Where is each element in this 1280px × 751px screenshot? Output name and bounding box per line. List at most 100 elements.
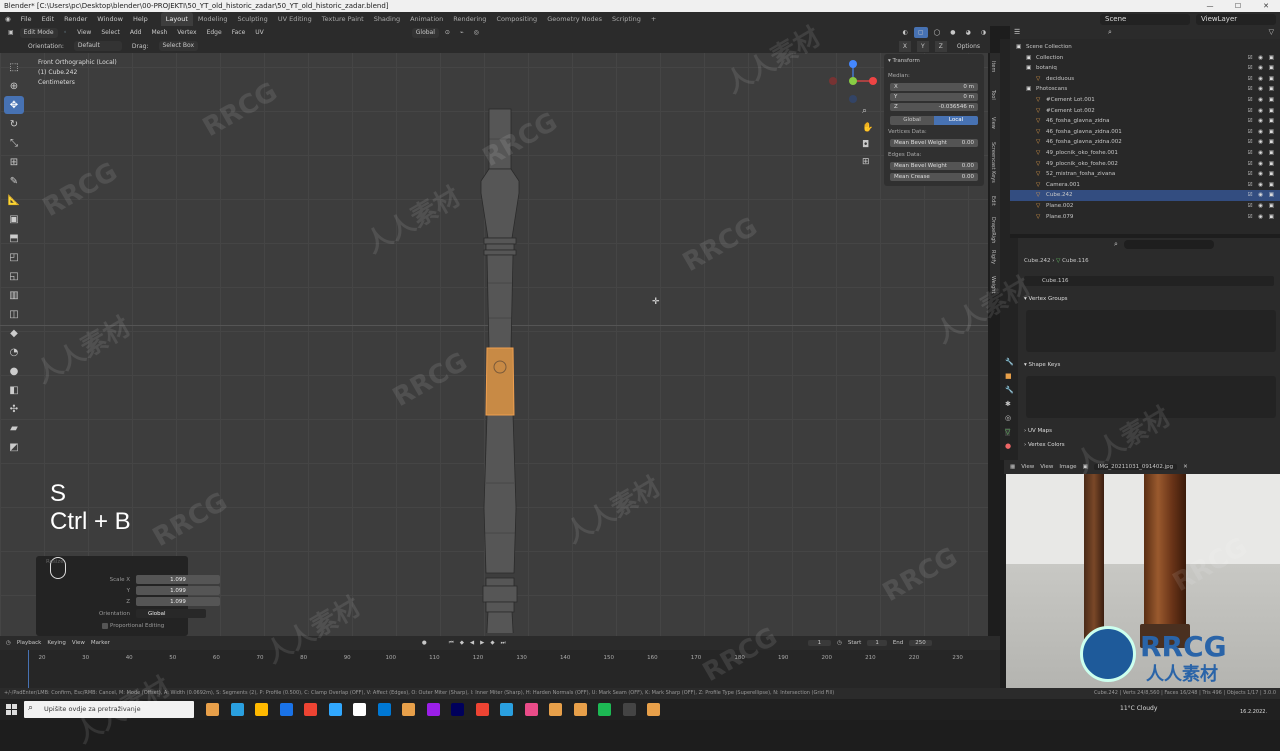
zoom-icon[interactable]: ⌕ xyxy=(862,106,867,116)
end-field[interactable]: 250 xyxy=(909,640,932,646)
operator-title[interactable]: Resize xyxy=(46,559,64,565)
scale-x-field[interactable]: 1.099 xyxy=(136,575,220,584)
tab-geometry-nodes[interactable]: Geometry Nodes xyxy=(542,12,607,26)
prev-key-icon[interactable]: ◆ xyxy=(460,640,464,646)
tab-edit[interactable]: Edit xyxy=(990,187,996,215)
timeline-type-icon[interactable]: ◷ xyxy=(6,640,11,646)
orientation-selector[interactable]: Default xyxy=(73,41,122,51)
edge-slide-icon[interactable]: ◧ xyxy=(4,381,24,399)
menu-edit[interactable]: Edit xyxy=(37,12,60,26)
tab-texture-paint[interactable]: Texture Paint xyxy=(317,12,369,26)
menu-add[interactable]: Add xyxy=(126,27,146,38)
outliner-filter-icon[interactable]: ▽ xyxy=(1269,28,1274,36)
visibility-eye-icon[interactable]: ☑ ◉ ▣ xyxy=(1248,84,1276,95)
taskbar-app-icon[interactable] xyxy=(255,703,268,716)
vertex-groups-header[interactable]: ▾ Vertex Groups xyxy=(1024,296,1068,302)
spin-icon[interactable]: ◔ xyxy=(4,343,24,361)
median-z-field[interactable]: Z -0.036546 m xyxy=(890,103,978,111)
proportional-checkbox[interactable] xyxy=(102,623,108,629)
cursor-icon[interactable]: ⊕ xyxy=(4,77,24,95)
visibility-eye-icon[interactable]: ☑ ◉ ▣ xyxy=(1248,190,1276,201)
shading-solid-icon[interactable]: ● xyxy=(946,27,959,38)
menu-keying[interactable]: Keying xyxy=(47,640,65,646)
taskbar-app-icon[interactable] xyxy=(353,703,366,716)
menu-playback[interactable]: Playback xyxy=(17,640,42,646)
tab-shading[interactable]: Shading xyxy=(369,12,405,26)
taskbar-app-icon[interactable] xyxy=(524,703,538,716)
outliner-row[interactable]: ▽ Camera.001 ☑ ◉ ▣ xyxy=(1010,180,1280,191)
menu-help[interactable]: Help xyxy=(128,12,153,26)
shading-material-icon[interactable]: ◕ xyxy=(962,27,975,38)
tab-uv-editing[interactable]: UV Editing xyxy=(273,12,317,26)
tab-screencast-keys[interactable]: Screencast Keys xyxy=(990,137,996,187)
tab-compositing[interactable]: Compositing xyxy=(491,12,542,26)
vertex-groups-list[interactable] xyxy=(1026,310,1276,352)
outliner-row[interactable]: ▽ #Cement Lot.002 ☑ ◉ ▣ xyxy=(1010,106,1280,117)
outliner-row[interactable]: ▽ 46_fosha_glavna_zidna.002 ☑ ◉ ▣ xyxy=(1010,137,1280,148)
visibility-eye-icon[interactable]: ☑ ◉ ▣ xyxy=(1248,74,1276,85)
visibility-eye-icon[interactable]: ☑ ◉ ▣ xyxy=(1248,159,1276,170)
outliner-search-icon[interactable]: ⌕ xyxy=(1108,28,1112,37)
props-search-icon[interactable]: ⌕ xyxy=(1114,240,1118,249)
outliner-row[interactable]: ▽ deciduous ☑ ◉ ▣ xyxy=(1010,74,1280,85)
tab-tool[interactable]: Tool xyxy=(990,81,996,109)
tool-props-icon[interactable]: 🔧 xyxy=(1005,358,1014,366)
image-pin-icon[interactable]: ✕ xyxy=(1183,464,1188,470)
select-box-icon[interactable]: ⬚ xyxy=(4,58,24,76)
inset-icon[interactable]: ◰ xyxy=(4,248,24,266)
outliner-type-icon[interactable]: ☰ xyxy=(1014,28,1020,36)
visibility-eye-icon[interactable]: ☑ ◉ ▣ xyxy=(1248,63,1276,74)
annotate-icon[interactable]: ✎ xyxy=(4,172,24,190)
object-props-icon[interactable]: ■ xyxy=(1005,372,1012,380)
taskbar-app-icon[interactable] xyxy=(573,703,587,716)
outliner-row[interactable]: ▣ Scene Collection xyxy=(1010,42,1280,53)
taskbar-date[interactable]: 16.2.2022. xyxy=(1240,709,1267,715)
image-name-field[interactable]: IMG_20211031_091402.jpg xyxy=(1093,464,1178,470)
visibility-eye-icon[interactable]: ☑ ◉ ▣ xyxy=(1248,212,1276,223)
smooth-icon[interactable]: ● xyxy=(4,362,24,380)
overlays-icon[interactable]: ◐ xyxy=(899,27,912,38)
menu-marker[interactable]: Marker xyxy=(91,640,110,646)
tab-modeling[interactable]: Modeling xyxy=(193,12,233,26)
play-icon[interactable]: ▶ xyxy=(480,640,484,646)
visibility-eye-icon[interactable]: ☑ ◉ ▣ xyxy=(1248,180,1276,191)
bevel-icon[interactable]: ◱ xyxy=(4,267,24,285)
scale-icon[interactable]: ⤡ xyxy=(4,134,24,152)
proportional-edit-icon[interactable]: ◎ xyxy=(470,27,483,38)
mirror-z-toggle[interactable]: Z xyxy=(934,40,947,52)
tab-animation[interactable]: Animation xyxy=(405,12,448,26)
orientation-field[interactable]: Global xyxy=(136,609,206,618)
image-view-dropdown[interactable]: View xyxy=(1021,464,1034,470)
visibility-eye-icon[interactable]: ☑ ◉ ▣ xyxy=(1248,137,1276,148)
menu-uv[interactable]: UV xyxy=(251,27,268,38)
options-dropdown[interactable]: Options xyxy=(953,41,984,52)
tab-sculpting[interactable]: Sculpting xyxy=(232,12,272,26)
timeline-area[interactable]: 20 30 40 50 60 70 80 90 100 110 120 130 140 150 160 170… xyxy=(0,650,1000,688)
uv-maps-header[interactable]: › UV Maps xyxy=(1024,428,1052,434)
taskbar-app-icon[interactable] xyxy=(598,703,611,716)
visibility-eye-icon[interactable]: ☑ ◉ ▣ xyxy=(1248,148,1276,159)
viewlayer-selector[interactable]: ViewLayer xyxy=(1196,13,1276,25)
visibility-eye-icon[interactable]: ☑ ◉ ▣ xyxy=(1248,106,1276,117)
outliner-row[interactable]: ▽ Plane.079 ☑ ◉ ▣ xyxy=(1010,212,1280,223)
tab-rendering[interactable]: Rendering xyxy=(448,12,491,26)
vertex-bevel-weight-field[interactable]: Mean Bevel Weight 0.00 xyxy=(890,139,978,147)
outliner-row[interactable]: ▣ Photoscans ☑ ◉ ▣ xyxy=(1010,84,1280,95)
local-toggle[interactable]: Local xyxy=(934,116,978,125)
mesh-data-props-icon[interactable]: ▽ xyxy=(1005,428,1011,436)
mesh-name-field[interactable]: Cube.116 xyxy=(1024,276,1274,286)
modifier-props-icon[interactable]: 🔧 xyxy=(1005,386,1014,394)
tab-scripting[interactable]: Scripting xyxy=(607,12,646,26)
transform-orientation-selector[interactable]: Global xyxy=(411,27,439,38)
outliner-row[interactable]: ▽ Plane.002 ☑ ◉ ▣ xyxy=(1010,201,1280,212)
global-toggle[interactable]: Global xyxy=(890,116,934,125)
visibility-eye-icon[interactable]: ☑ ◉ ▣ xyxy=(1248,169,1276,180)
image-menu-view[interactable]: View xyxy=(1040,464,1053,470)
next-key-icon[interactable]: ◆ xyxy=(490,640,494,646)
vertex-colors-header[interactable]: › Vertex Colors xyxy=(1024,442,1065,448)
menu-face[interactable]: Face xyxy=(228,27,250,38)
particles-props-icon[interactable]: ✱ xyxy=(1005,400,1011,408)
outliner-row[interactable]: ▣ Collection ☑ ◉ ▣ xyxy=(1010,53,1280,64)
jump-end-icon[interactable]: ⏭ xyxy=(501,640,506,647)
mean-crease-field[interactable]: Mean Crease 0.00 xyxy=(890,173,978,181)
